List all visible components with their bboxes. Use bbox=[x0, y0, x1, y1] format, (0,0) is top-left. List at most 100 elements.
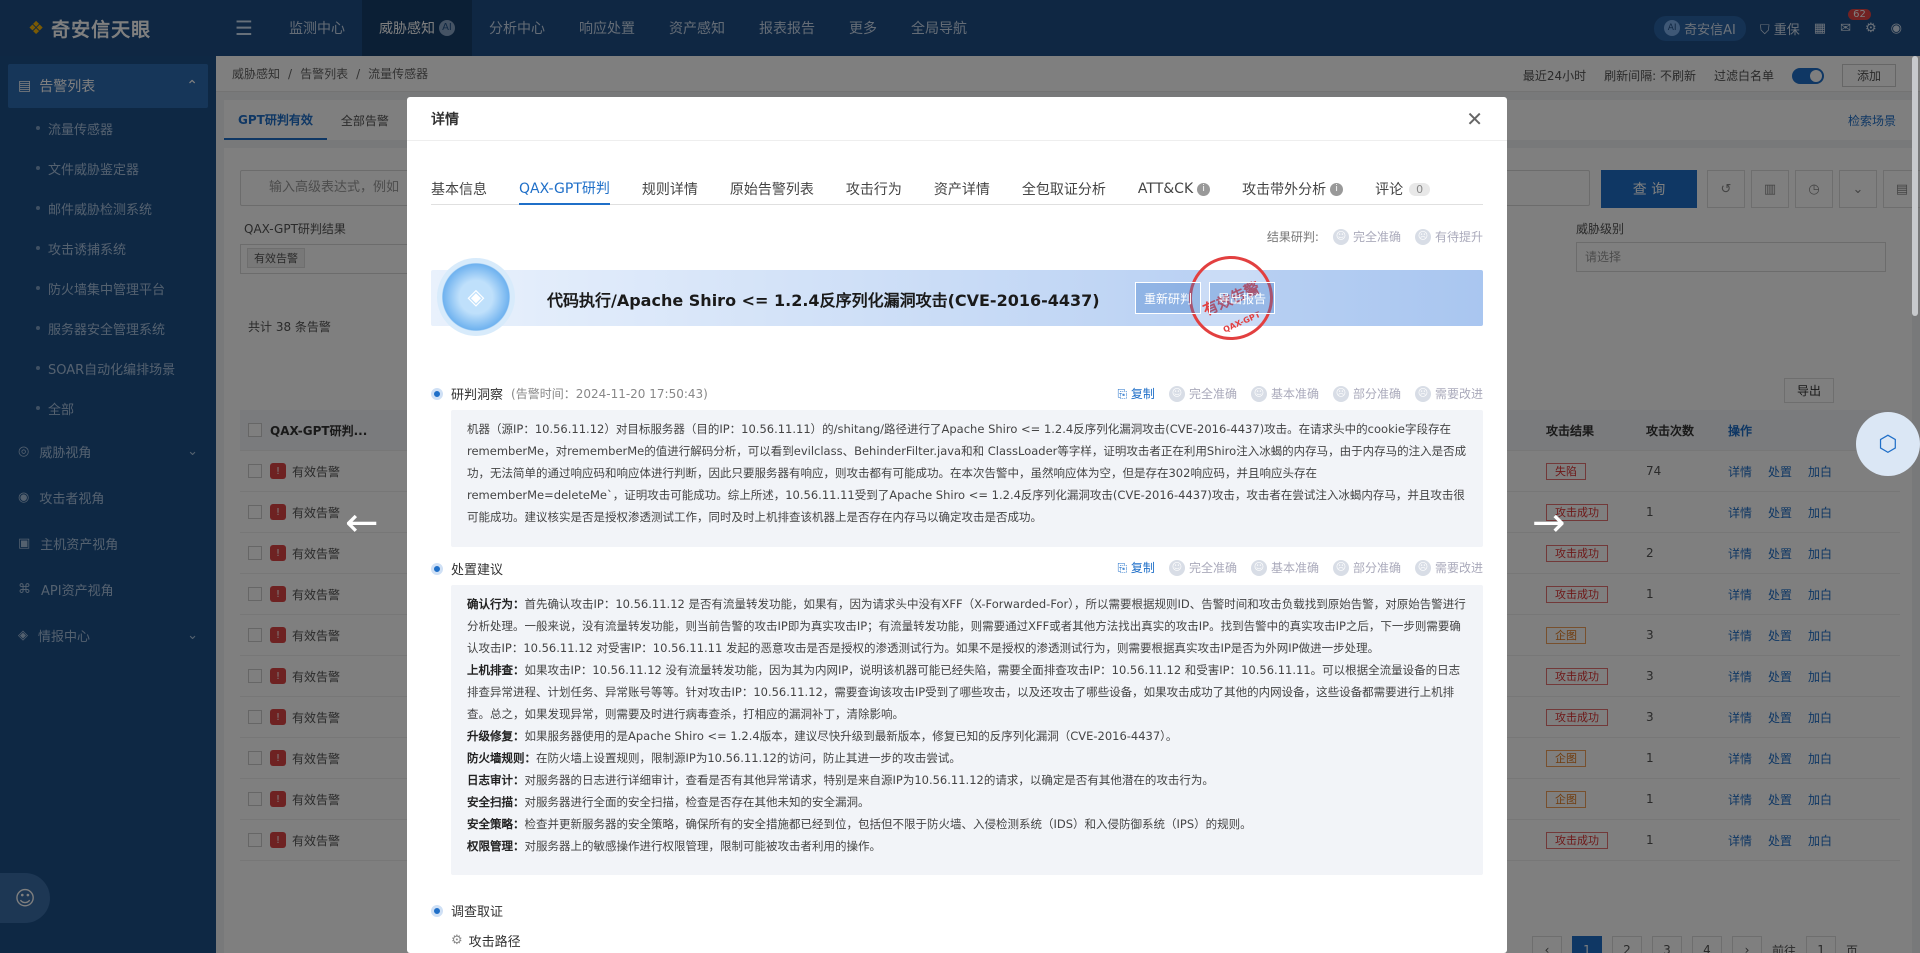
advice-item-text: 对服务器进行全面的安全扫描，检查是否存在其他未知的安全漏洞。 bbox=[524, 795, 870, 809]
advice-item-text: 对服务器的日志进行详细审计，查看是否有其他异常请求，特别是来自源IP为10.56… bbox=[524, 773, 1214, 787]
export-report-button[interactable]: 导出报告 bbox=[1209, 282, 1275, 314]
neutral-icon: ☺ bbox=[1250, 559, 1267, 576]
rate-accurate-button[interactable]: ☺ 完全准确 bbox=[1332, 228, 1401, 245]
tab-attack-label: ATT&CK bbox=[1137, 181, 1194, 197]
tab-attack[interactable]: ATT&CK i bbox=[1137, 173, 1211, 205]
feedback-partial-button[interactable]: ☹ 部分准确 bbox=[1332, 385, 1401, 402]
advice-item-text: 如果服务器使用的是Apache Shiro <= 1.2.4版本，建议尽快升级到… bbox=[524, 729, 1178, 743]
advice-item: 升级修复：如果服务器使用的是Apache Shiro <= 1.2.4版本，建议… bbox=[467, 725, 1467, 747]
advice-item: 权限管理：对服务器上的敏感操作进行权限管理，限制可能被攻击者利用的操作。 bbox=[467, 835, 1467, 857]
insight-tools: ⎘ 复制 ☺ 完全准确 ☺ 基本准确 ☹ 部分准确 ☹ 需要改进 bbox=[1117, 385, 1483, 402]
modal-header: 详情 ✕ bbox=[407, 97, 1507, 141]
modal-title: 详情 bbox=[431, 111, 459, 128]
advice-item: 防火墙规则：在防火墙上设置规则，限制源IP为10.56.11.12的访问，防止其… bbox=[467, 747, 1467, 769]
feedback-accurate-button[interactable]: ☺ 完全准确 bbox=[1168, 385, 1237, 402]
rate-accurate-label: 完全准确 bbox=[1352, 230, 1401, 244]
advice-text-box: 确认行为：首先确认攻击IP：10.56.11.12 是否有流量转发功能，如果有，… bbox=[451, 585, 1483, 875]
feedback-partial-button[interactable]: ☹ 部分准确 bbox=[1332, 559, 1401, 576]
tab-gpt-judge[interactable]: QAX-GPT研判 bbox=[519, 173, 610, 205]
floating-assistant-icon[interactable]: ⬡ bbox=[1856, 412, 1920, 476]
section-dot-icon bbox=[431, 562, 443, 575]
path-icon: ⚙ bbox=[451, 933, 463, 948]
advice-item-key: 安全扫描： bbox=[467, 795, 525, 809]
frown-icon: ☹ bbox=[1414, 385, 1431, 402]
section-dot-icon bbox=[431, 904, 443, 917]
advice-item-key: 防火墙规则： bbox=[467, 751, 536, 765]
advice-item-text: 在防火墙上设置规则，限制源IP为10.56.11.12的访问，防止其进一步的攻击… bbox=[536, 751, 961, 765]
copy-icon: ⎘ bbox=[1117, 561, 1128, 575]
advice-item-key: 日志审计： bbox=[467, 773, 525, 787]
advice-section-header: 处置建议 bbox=[431, 559, 503, 578]
copy-button[interactable]: ⎘ 复制 bbox=[1117, 559, 1154, 576]
tab-oob-analysis[interactable]: 攻击带外分析 i bbox=[1242, 173, 1344, 205]
feedback-label: 需要改进 bbox=[1434, 387, 1483, 401]
tab-rule-detail[interactable]: 规则详情 bbox=[642, 173, 698, 205]
comment-count: 0 bbox=[1409, 182, 1431, 196]
advice-item: 日志审计：对服务器的日志进行详细审计，查看是否有其他异常请求，特别是来自源IP为… bbox=[467, 769, 1467, 791]
rejudge-button[interactable]: 重新研判 bbox=[1135, 282, 1201, 314]
banner-title: 代码执行/Apache Shiro <= 1.2.4反序列化漏洞攻击(CVE-2… bbox=[547, 291, 1100, 310]
tab-attack-behavior[interactable]: 攻击行为 bbox=[846, 173, 902, 205]
advice-item: 上机排查：如果攻击IP：10.56.11.12 没有流量转发功能，因为其为内网I… bbox=[467, 659, 1467, 725]
insight-text-box: 机器（源IP：10.56.11.12）对目标服务器（目的IP：10.56.11.… bbox=[451, 410, 1483, 547]
frown-icon: ☹ bbox=[1332, 559, 1349, 576]
advice-item-text: 首先确认攻击IP：10.56.11.12 是否有流量转发功能，如果有，因为请求头… bbox=[467, 597, 1466, 655]
info-icon: i bbox=[1330, 182, 1344, 196]
attack-path-header: ⚙ 攻击路径 bbox=[451, 931, 521, 950]
rate-improve-label: 有待提升 bbox=[1434, 230, 1483, 244]
advice-item: 安全扫描：对服务器进行全面的安全扫描，检查是否存在其他未知的安全漏洞。 bbox=[467, 791, 1467, 813]
feedback-label: 部分准确 bbox=[1352, 387, 1401, 401]
advice-item: 确认行为：首先确认攻击IP：10.56.11.12 是否有流量转发功能，如果有，… bbox=[467, 593, 1467, 659]
tab-full-packet[interactable]: 全包取证分析 bbox=[1022, 173, 1106, 205]
copy-label: 复制 bbox=[1130, 561, 1155, 575]
advice-item-text: 对服务器上的敏感操作进行权限管理，限制可能被攻击者利用的操作。 bbox=[524, 839, 882, 853]
copy-button[interactable]: ⎘ 复制 bbox=[1117, 385, 1154, 402]
rate-label: 结果研判: bbox=[1266, 230, 1319, 244]
tab-comments-label: 评论 bbox=[1375, 182, 1404, 198]
feedback-improve-button[interactable]: ☹ 需要改进 bbox=[1414, 385, 1483, 402]
frown-icon: ☹ bbox=[1332, 385, 1349, 402]
smile-icon: ☺ bbox=[1168, 385, 1185, 402]
advice-item-key: 上机排查： bbox=[467, 663, 525, 677]
copy-icon: ⎘ bbox=[1117, 387, 1128, 401]
feedback-accurate-button[interactable]: ☺ 完全准确 bbox=[1168, 559, 1237, 576]
feedback-label: 完全准确 bbox=[1188, 387, 1237, 401]
feedback-label: 基本准确 bbox=[1270, 561, 1319, 575]
advice-item-key: 确认行为： bbox=[467, 597, 525, 611]
next-arrow-icon[interactable]: → bbox=[1532, 500, 1566, 546]
tab-comments[interactable]: 评论 0 bbox=[1375, 173, 1431, 205]
frown-icon: ☹ bbox=[1414, 228, 1431, 245]
alert-time: (告警时间：2024-11-20 17:50:43) bbox=[511, 387, 708, 401]
insight-text: 机器（源IP：10.56.11.12）对目标服务器（目的IP：10.56.11.… bbox=[467, 422, 1467, 524]
page-scrollbar[interactable] bbox=[1912, 56, 1918, 316]
tab-basic-info[interactable]: 基本信息 bbox=[431, 173, 487, 205]
feedback-label: 需要改进 bbox=[1434, 561, 1483, 575]
feedback-label: 部分准确 bbox=[1352, 561, 1401, 575]
feedback-label: 基本准确 bbox=[1270, 387, 1319, 401]
prev-arrow-icon[interactable]: ← bbox=[345, 500, 379, 546]
advice-item-text: 如果攻击IP：10.56.11.12 没有流量转发功能，因为其为内网IP，说明该… bbox=[467, 663, 1461, 721]
feedback-basic-button[interactable]: ☺ 基本准确 bbox=[1250, 559, 1319, 576]
smile-icon: ☺ bbox=[1168, 559, 1185, 576]
feedback-basic-button[interactable]: ☺ 基本准确 bbox=[1250, 385, 1319, 402]
frown-icon: ☹ bbox=[1414, 559, 1431, 576]
gpt-emblem-icon: ◈ bbox=[437, 258, 515, 336]
rate-improve-button[interactable]: ☹ 有待提升 bbox=[1414, 228, 1483, 245]
attack-path-title: 攻击路径 bbox=[468, 935, 521, 950]
close-icon[interactable]: ✕ bbox=[1466, 107, 1483, 131]
tab-raw-alerts[interactable]: 原始告警列表 bbox=[730, 173, 814, 205]
section-dot-icon bbox=[431, 387, 443, 400]
advice-item-key: 升级修复： bbox=[467, 729, 525, 743]
tab-oob-label: 攻击带外分析 bbox=[1242, 182, 1327, 198]
forensics-section-header: 调查取证 bbox=[431, 901, 503, 920]
advice-tools: ⎘ 复制 ☺ 完全准确 ☺ 基本准确 ☹ 部分准确 ☹ 需要改进 bbox=[1117, 559, 1483, 576]
tab-asset-detail[interactable]: 资产详情 bbox=[934, 173, 990, 205]
judgment-banner: ◈ 代码执行/Apache Shiro <= 1.2.4反序列化漏洞攻击(CVE… bbox=[431, 242, 1483, 354]
advice-title: 处置建议 bbox=[451, 563, 504, 578]
feedback-label: 完全准确 bbox=[1188, 561, 1237, 575]
advice-item-text: 检查并更新服务器的安全策略，确保所有的安全措施都已经到位，包括但不限于防火墙、入… bbox=[524, 817, 1252, 831]
insight-section-header: 研判洞察 (告警时间：2024-11-20 17:50:43) bbox=[431, 384, 708, 403]
feedback-improve-button[interactable]: ☹ 需要改进 bbox=[1414, 559, 1483, 576]
info-icon: i bbox=[1197, 182, 1211, 196]
advice-item-key: 权限管理： bbox=[467, 839, 525, 853]
